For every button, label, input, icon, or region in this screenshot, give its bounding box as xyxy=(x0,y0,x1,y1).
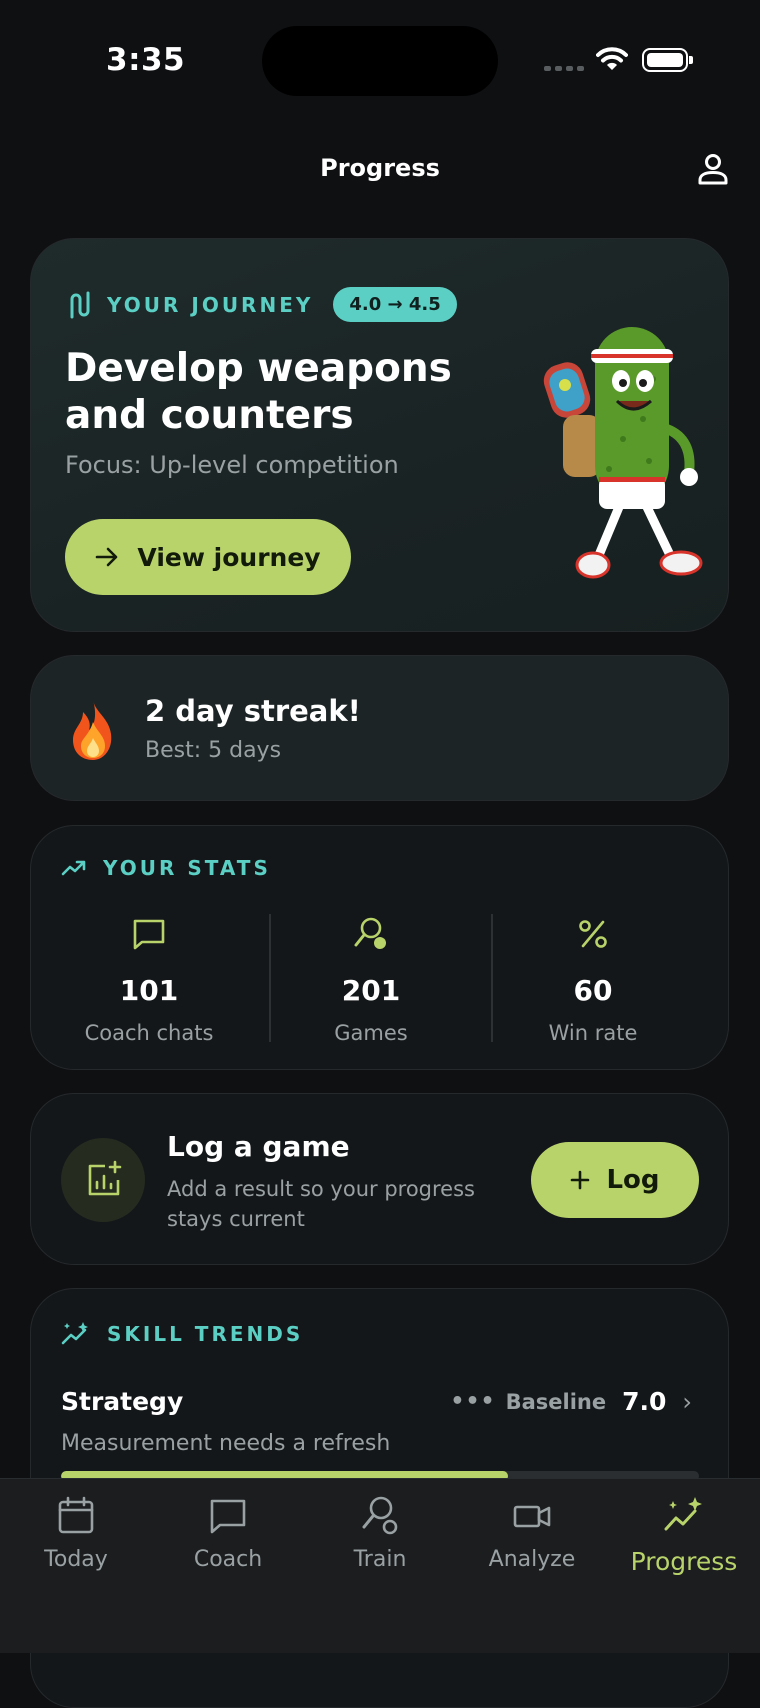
stats-header: YOUR STATS xyxy=(61,856,271,880)
tab-bar: Today Coach Train Analyze Progress xyxy=(0,1478,760,1653)
calendar-icon xyxy=(58,1496,94,1534)
tab-label: Analyze xyxy=(488,1547,576,1572)
chat-icon xyxy=(133,919,165,950)
tab-coach[interactable]: Coach xyxy=(152,1493,304,1572)
tab-label: Progress xyxy=(630,1547,738,1576)
plus-icon xyxy=(571,1170,590,1190)
stat-label: Coach chats xyxy=(84,1021,214,1045)
wifi-icon xyxy=(596,47,628,70)
stats-card: YOUR STATS 101 Coach chats 201 Games 60 … xyxy=(30,825,729,1070)
fire-icon xyxy=(73,700,112,760)
stat-label: Win rate xyxy=(548,1021,638,1045)
log-button-label: Log xyxy=(606,1165,660,1195)
skill-score: 7.0 xyxy=(622,1387,667,1416)
log-button[interactable]: Log xyxy=(531,1142,699,1218)
skill-trends-header: SKILL TRENDS xyxy=(61,1321,303,1347)
stats-label: YOUR STATS xyxy=(103,856,271,880)
log-game-title: Log a game xyxy=(167,1130,350,1163)
journey-title: Develop weapons and counters xyxy=(65,346,452,438)
person-icon[interactable] xyxy=(696,152,730,186)
tab-label: Coach xyxy=(193,1547,263,1572)
tab-analyze[interactable]: Analyze xyxy=(456,1493,608,1572)
percent-icon xyxy=(579,920,607,948)
view-journey-label: View journey xyxy=(137,542,321,572)
tab-label: Today xyxy=(44,1547,108,1572)
journey-label: YOUR JOURNEY xyxy=(107,292,314,317)
status-bar: 3:35 xyxy=(0,0,760,120)
journey-label-row: YOUR JOURNEY 4.0 → 4.5 xyxy=(67,287,457,322)
chevron-right-icon: › xyxy=(682,1387,692,1416)
stat-coach-chats: 101 Coach chats xyxy=(39,914,259,1045)
streak-card[interactable]: 2 day streak! Best: 5 days xyxy=(30,655,729,801)
pickle-mascot-illustration xyxy=(543,327,703,579)
skill-note: Measurement needs a refresh xyxy=(61,1431,391,1456)
skill-status: Baseline xyxy=(505,1389,607,1414)
stat-label: Games xyxy=(334,1021,408,1045)
skill-name[interactable]: Strategy xyxy=(61,1387,183,1416)
stat-value: 201 xyxy=(341,974,401,1007)
journey-card[interactable]: YOUR JOURNEY 4.0 → 4.5 Develop weapons a… xyxy=(30,238,729,632)
log-icon-circle xyxy=(61,1138,145,1222)
stat-value: 101 xyxy=(119,974,179,1007)
cellular-signal-icon xyxy=(544,66,584,71)
journey-focus: Focus: Up-level competition xyxy=(65,451,399,479)
trending-up-icon xyxy=(61,860,86,876)
route-icon xyxy=(70,291,90,318)
racket-icon xyxy=(354,917,386,949)
skill-trends-label: SKILL TRENDS xyxy=(107,1322,304,1346)
dynamic-island xyxy=(262,26,498,96)
tab-train[interactable]: Train xyxy=(304,1493,456,1572)
racket-icon xyxy=(362,1496,398,1535)
chat-icon xyxy=(210,1499,246,1534)
streak-best: Best: 5 days xyxy=(145,738,282,763)
battery-icon xyxy=(642,48,693,72)
stat-win-rate: 60 Win rate xyxy=(483,914,703,1045)
tab-today[interactable]: Today xyxy=(0,1493,152,1572)
stat-value: 60 xyxy=(573,974,613,1007)
log-game-card: Log a game Add a result so your progress… xyxy=(30,1093,729,1265)
page-title: Progress xyxy=(320,154,440,182)
arrow-right-icon xyxy=(96,547,118,567)
log-game-subtitle: Add a result so your progress stays curr… xyxy=(167,1177,475,1231)
add-chart-icon xyxy=(88,1160,122,1196)
skill-summary[interactable]: ••• Baseline 7.0 › xyxy=(450,1387,692,1416)
tab-label: Train xyxy=(353,1547,407,1572)
level-badge: 4.0 → 4.5 xyxy=(333,287,457,322)
trend-sparkle-icon xyxy=(664,1497,702,1531)
video-icon xyxy=(513,1505,551,1528)
tab-progress[interactable]: Progress xyxy=(608,1493,760,1576)
stat-games: 201 Games xyxy=(261,914,481,1045)
view-journey-button[interactable]: View journey xyxy=(65,519,351,595)
more-dots-icon: ••• xyxy=(450,1389,496,1414)
status-time: 3:35 xyxy=(106,42,186,78)
streak-title: 2 day streak! xyxy=(145,694,361,728)
trend-sparkle-icon xyxy=(61,1322,88,1345)
